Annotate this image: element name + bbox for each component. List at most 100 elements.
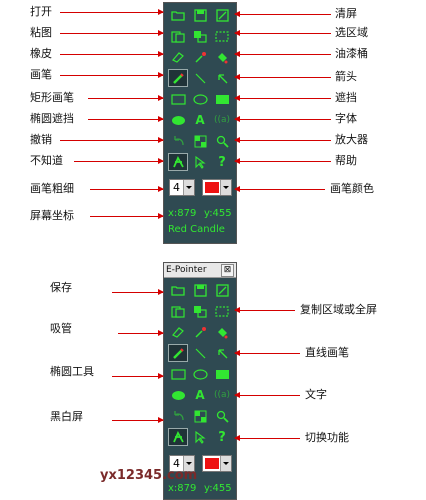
font-icon[interactable]: A <box>190 386 210 404</box>
annotation-line <box>90 213 164 219</box>
annotation-line <box>234 158 331 164</box>
pen-width-select[interactable]: 4 <box>169 179 195 196</box>
select-region-icon[interactable] <box>212 27 232 45</box>
eyedropper-icon[interactable] <box>190 48 210 66</box>
annotation-line <box>88 95 164 101</box>
annotation-line <box>234 74 331 80</box>
text-icon[interactable]: ((a) <box>212 386 232 404</box>
coord-x: x:879 <box>168 483 197 494</box>
clear-screen-icon[interactable] <box>212 6 232 24</box>
annotation-copy-region: 复制区域或全屏 <box>300 303 377 316</box>
font-icon[interactable]: A <box>190 111 210 129</box>
black-white-icon[interactable] <box>190 407 210 425</box>
line-icon[interactable] <box>190 69 210 87</box>
pen-color-name: Red Candle <box>168 224 225 235</box>
copy-icon[interactable] <box>190 302 210 320</box>
paste-icon[interactable] <box>168 27 188 45</box>
line-icon[interactable] <box>190 344 210 362</box>
pen-width-value: 4 <box>173 181 180 194</box>
coord-y: y:455 <box>204 483 232 494</box>
coord-x: x:879 <box>168 208 197 219</box>
annotation-open: 打开 <box>30 5 52 18</box>
open-folder-icon[interactable] <box>168 281 188 299</box>
paint-bucket-icon[interactable] <box>212 323 232 341</box>
annotation-line <box>60 137 164 143</box>
annotation-pen-width: 画笔粗细 <box>30 182 74 195</box>
eyedropper-icon[interactable] <box>190 323 210 341</box>
pen-icon[interactable] <box>168 69 188 87</box>
annotation-unknown: 不知道 <box>30 154 63 167</box>
close-icon[interactable]: ⊠ <box>221 264 234 277</box>
annotation-pen: 画笔 <box>30 68 52 81</box>
annotation-pen-color: 画笔颜色 <box>330 182 374 195</box>
annotation-line <box>60 30 164 36</box>
save-disk-icon[interactable] <box>190 6 210 24</box>
window-titlebar[interactable]: E-Pointer ⊠ <box>164 263 236 278</box>
annotation-undo: 撤销 <box>30 133 52 146</box>
fill-rect-icon[interactable] <box>212 90 232 108</box>
annotation-black-white: 黑白屏 <box>50 410 83 423</box>
annotation-select-region: 选区域 <box>335 26 368 39</box>
annotation-help: 帮助 <box>335 154 357 167</box>
chevron-down-icon[interactable] <box>220 180 231 195</box>
magnifier-icon[interactable] <box>212 132 232 150</box>
fill-rect-icon[interactable] <box>212 365 232 383</box>
save-disk-icon[interactable] <box>190 281 210 299</box>
window-title: E-Pointer <box>166 265 207 275</box>
eraser-icon[interactable] <box>168 48 188 66</box>
annotation-clear-screen: 清屏 <box>335 7 357 20</box>
arrow-icon[interactable] <box>212 69 232 87</box>
clear-screen-icon[interactable] <box>212 281 232 299</box>
undo-icon[interactable] <box>168 132 188 150</box>
annotation-mask: 遮挡 <box>335 91 357 104</box>
annotation-line <box>90 186 164 192</box>
rect-pen-icon[interactable] <box>168 90 188 108</box>
black-white-icon[interactable] <box>190 132 210 150</box>
annotation-line <box>234 11 331 17</box>
ellipse-mask-icon[interactable] <box>168 386 188 404</box>
switch-function-icon[interactable] <box>168 153 188 171</box>
arrow-icon[interactable] <box>212 344 232 362</box>
annotation-line <box>88 116 164 122</box>
annotation-line <box>234 392 300 398</box>
paint-bucket-icon[interactable] <box>212 48 232 66</box>
annotation-line <box>234 307 295 313</box>
pen-color-select[interactable] <box>202 179 232 196</box>
annotation-line <box>60 72 164 78</box>
pen-color-select[interactable] <box>202 455 232 472</box>
pen-icon[interactable] <box>168 344 188 362</box>
annotation-line <box>234 95 331 101</box>
help-icon[interactable]: ? <box>212 153 232 171</box>
chevron-down-icon[interactable] <box>183 180 194 195</box>
annotation-line <box>112 417 164 423</box>
switch-function-icon[interactable] <box>168 428 188 446</box>
pen-color-swatch <box>205 458 219 469</box>
help-icon[interactable]: ? <box>212 428 232 446</box>
copy-icon[interactable] <box>190 27 210 45</box>
annotation-line-pen: 直线画笔 <box>305 346 349 359</box>
magnifier-icon[interactable] <box>212 407 232 425</box>
undo-icon[interactable] <box>168 407 188 425</box>
ellipse-icon[interactable] <box>190 90 210 108</box>
paste-icon[interactable] <box>168 302 188 320</box>
toolbar-panel-1: A ((a) ? 4 x:879 y:455 Red Candle <box>163 2 237 244</box>
text-icon[interactable]: ((a) <box>212 111 232 129</box>
pointer-icon[interactable] <box>190 428 210 446</box>
annotation-line <box>234 51 331 57</box>
annotation-ellipse-mask: 椭圆遮挡 <box>30 112 74 125</box>
annotation-line <box>60 51 164 57</box>
chevron-down-icon[interactable] <box>220 456 231 471</box>
annotation-eyedropper: 吸管 <box>50 322 72 335</box>
select-region-icon[interactable] <box>212 302 232 320</box>
ellipse-mask-icon[interactable] <box>168 111 188 129</box>
annotation-line <box>234 116 331 122</box>
pointer-icon[interactable] <box>190 153 210 171</box>
annotation-line <box>234 30 331 36</box>
ellipse-icon[interactable] <box>190 365 210 383</box>
annotation-line <box>234 350 300 356</box>
open-folder-icon[interactable] <box>168 6 188 24</box>
watermark: yx12345.com <box>100 468 198 483</box>
eraser-icon[interactable] <box>168 323 188 341</box>
rect-pen-icon[interactable] <box>168 365 188 383</box>
pen-color-swatch <box>205 182 219 193</box>
